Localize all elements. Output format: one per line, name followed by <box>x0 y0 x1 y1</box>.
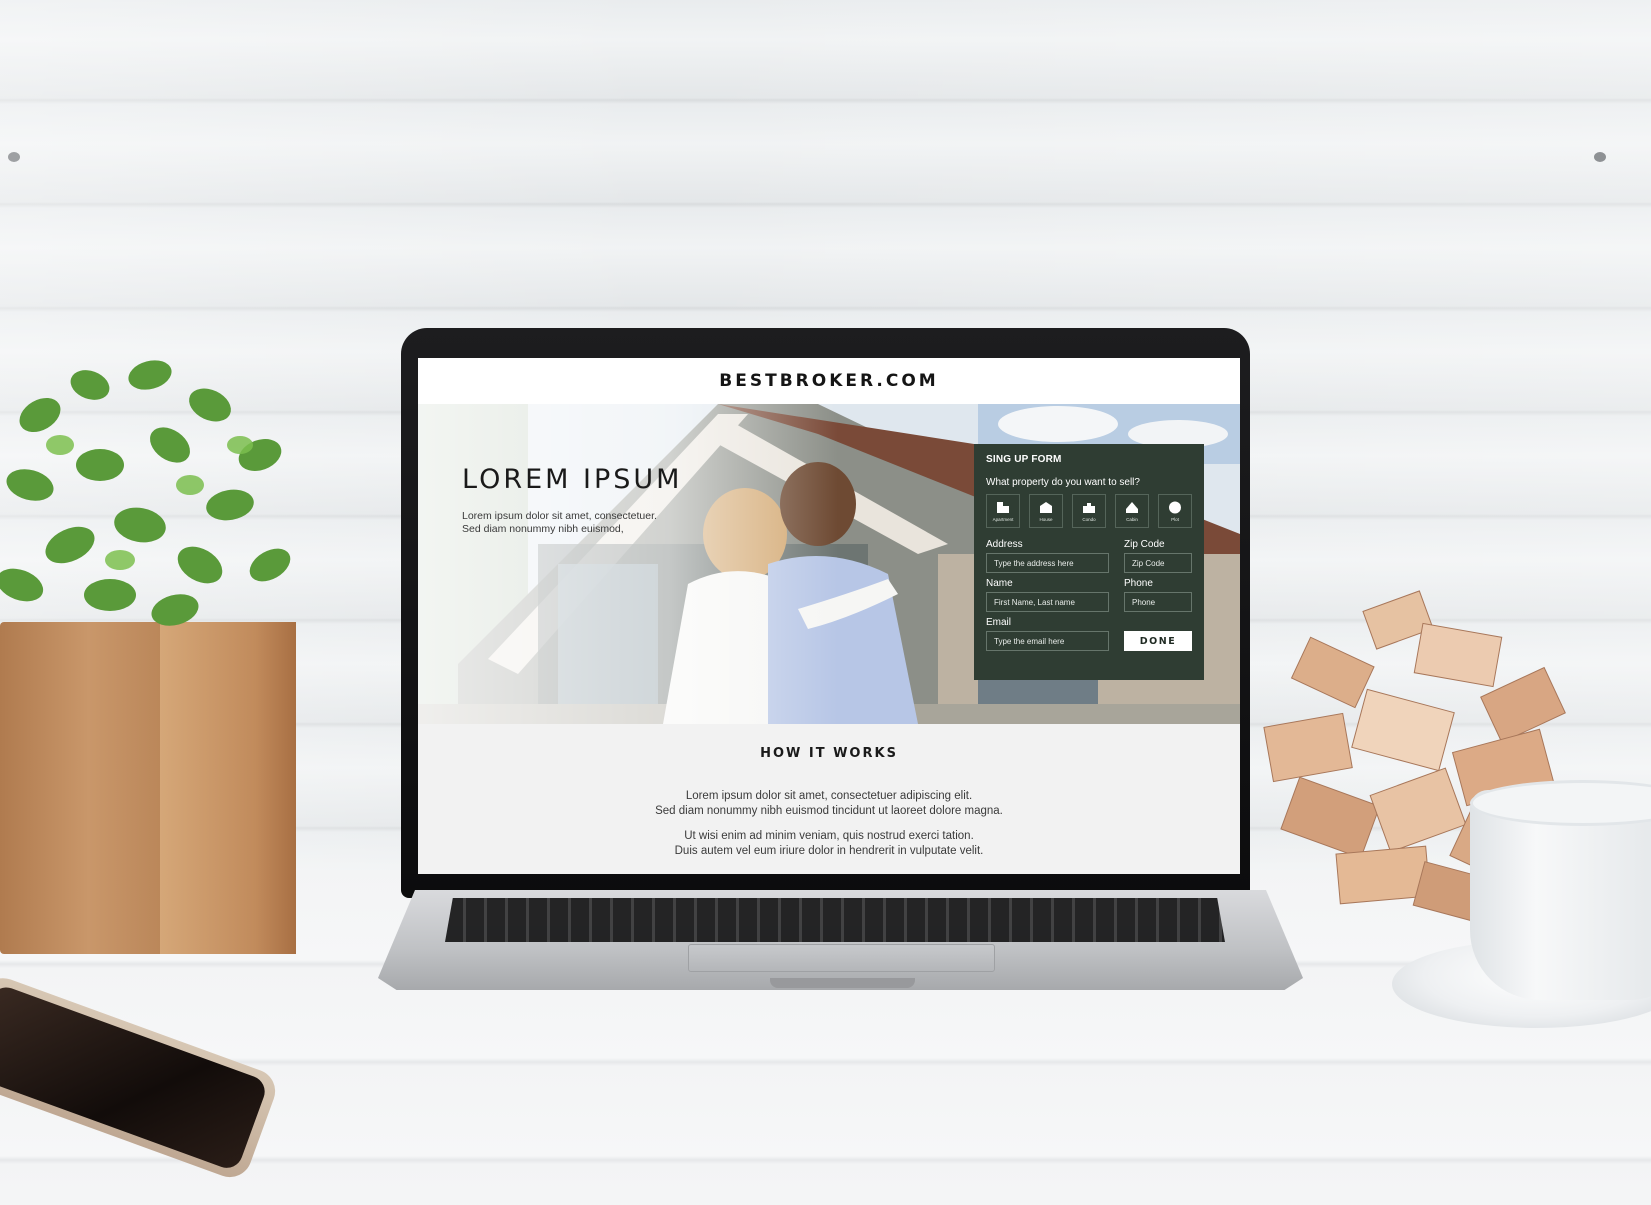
paragraph-line: Ut wisi enim ad minim veniam, quis nostr… <box>684 830 974 842</box>
apartment-icon <box>997 501 1009 513</box>
how-it-works-section: HOW IT WORKS Lorem ipsum dolor sit amet,… <box>418 724 1240 874</box>
plot-icon <box>1169 501 1181 513</box>
hero-subtitle-line: Lorem ipsum dolor sit amet, consectetuer… <box>462 510 657 522</box>
name-label: Name <box>986 578 1013 589</box>
how-it-works-paragraph: Ut wisi enim ad minim veniam, quis nostr… <box>418 829 1240 859</box>
property-option-condo[interactable]: Condo <box>1072 494 1106 528</box>
address-field[interactable]: Type the address here <box>986 553 1109 573</box>
wooden-planter <box>0 622 296 954</box>
name-field[interactable]: First Name, Last name <box>986 592 1109 612</box>
property-option-cabin[interactable]: Cabin <box>1115 494 1149 528</box>
email-label: Email <box>986 617 1012 628</box>
paragraph-line: Lorem ipsum dolor sit amet, consectetuer… <box>685 790 973 802</box>
property-option-label: Apartment <box>992 516 1014 522</box>
hero-title: LOREM IPSUM <box>462 464 683 495</box>
hero-section: LOREM IPSUM Lorem ipsum dolor sit amet, … <box>418 404 1240 724</box>
hero-text-overlay <box>418 404 838 724</box>
how-it-works-paragraph: Lorem ipsum dolor sit amet, consectetuer… <box>418 789 1240 819</box>
signup-form: SING UP FORM What property do you want t… <box>974 444 1204 680</box>
property-option-house[interactable]: House <box>1029 494 1063 528</box>
laptop-notch <box>770 978 915 988</box>
laptop-keyboard <box>445 898 1225 942</box>
email-field[interactable]: Type the email here <box>986 631 1109 651</box>
property-option-label: Condo <box>1082 516 1096 522</box>
plant-leaves-icon <box>0 360 291 626</box>
website-screen: BESTBROKER.COM LOREM IPSUM Lorem ipsum d… <box>418 358 1240 874</box>
site-header: BESTBROKER.COM <box>418 358 1240 404</box>
condo-icon <box>1083 502 1095 513</box>
nail-icon <box>8 152 20 162</box>
property-option-apartment[interactable]: Apartment <box>986 494 1020 528</box>
form-column-left: Address Type the address here Name First… <box>986 534 1109 651</box>
hero-subtitle-line: Sed diam nonummy nibh euismod, <box>462 523 624 535</box>
nail-icon <box>1594 152 1606 162</box>
zip-code-label: Zip Code <box>1124 539 1165 550</box>
zip-code-field[interactable]: Zip Code <box>1124 553 1192 573</box>
property-type-selector: Apartment House Condo Cabin Plot <box>986 494 1192 528</box>
house-icon <box>1040 501 1052 513</box>
property-option-plot[interactable]: Plot <box>1158 494 1192 528</box>
property-question: What property do you want to sell? <box>986 477 1140 488</box>
property-option-label: House <box>1039 516 1053 522</box>
phone-label: Phone <box>1124 578 1153 589</box>
how-it-works-title: HOW IT WORKS <box>760 746 898 761</box>
site-logo[interactable]: BESTBROKER.COM <box>719 371 938 391</box>
laptop-trackpad <box>688 944 995 972</box>
coffee-cup <box>1470 780 1651 1000</box>
done-button[interactable]: DONE <box>1124 631 1192 651</box>
form-fields: Address Type the address here Name First… <box>986 534 1192 651</box>
signup-form-title: SING UP FORM <box>986 454 1062 465</box>
paragraph-line: Sed diam nonummy nibh euismod tincidunt … <box>655 805 1003 817</box>
cabin-icon <box>1126 501 1138 513</box>
property-option-label: Cabin <box>1126 516 1138 522</box>
form-column-right: Zip Code Zip Code Phone Phone DONE <box>1124 534 1192 651</box>
address-label: Address <box>986 539 1023 550</box>
property-option-label: Plot <box>1171 516 1179 522</box>
phone-field[interactable]: Phone <box>1124 592 1192 612</box>
hero-subtitle: Lorem ipsum dolor sit amet, consectetuer… <box>462 510 722 536</box>
paragraph-line: Duis autem vel eum iriure dolor in hendr… <box>674 845 984 857</box>
